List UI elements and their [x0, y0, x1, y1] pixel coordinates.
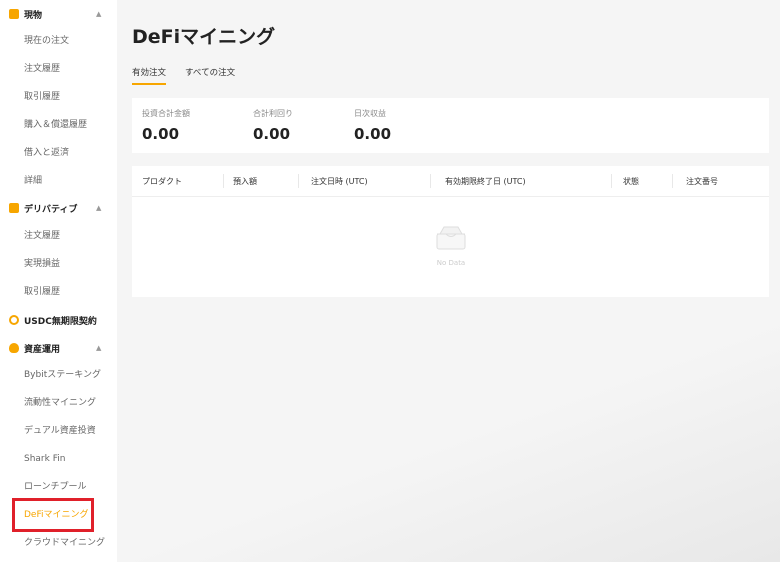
- sidebar-item-liquidity-mining[interactable]: 流動性マイニング: [24, 396, 96, 410]
- main-content: DeFiマイニング 有効注文 すべての注文 投資合計金額 0.00 合計利回り …: [117, 0, 780, 562]
- column-separator: [298, 174, 299, 188]
- page-title: DeFiマイニング: [132, 26, 276, 48]
- sidebar-item-cloud-mining[interactable]: クラウドマイニング: [24, 536, 105, 550]
- sidebar-section-label: 現物: [24, 10, 43, 21]
- sidebar-item-deriv-order-history[interactable]: 注文履歴: [24, 229, 60, 243]
- sidebar-item-borrow-repay[interactable]: 借入と返済: [24, 146, 69, 160]
- summary-value: 0.00: [354, 125, 392, 143]
- summary-daily-earnings: 日次収益 0.00: [354, 108, 391, 143]
- sidebar-item-realized-pnl[interactable]: 実現損益: [24, 257, 60, 271]
- sidebar-item-details[interactable]: 詳細: [24, 174, 42, 188]
- active-tab-indicator: [132, 83, 166, 85]
- summary-label: 日次収益: [354, 109, 386, 118]
- sidebar-section-label: USDC無期限契約: [24, 316, 97, 327]
- derivatives-icon: [9, 203, 19, 213]
- sidebar-section-label: デリバティブ: [24, 204, 78, 215]
- sidebar-item-launchpool[interactable]: ローンチプール: [24, 480, 87, 494]
- column-header-order-time: 注文日時 (UTC): [311, 177, 368, 186]
- spot-icon: [9, 9, 19, 19]
- sidebar-item-bybit-staking[interactable]: Bybitステーキング: [24, 368, 101, 382]
- chevron-up-icon[interactable]: ▲: [96, 344, 101, 352]
- column-separator: [430, 174, 431, 188]
- sidebar-item-shark-fin[interactable]: Shark Fin: [24, 452, 65, 466]
- sidebar-item-order-history[interactable]: 注文履歴: [24, 62, 60, 76]
- sidebar-item-purchase-redemption[interactable]: 購入＆償還履歴: [24, 118, 87, 132]
- summary-value: 0.00: [253, 125, 291, 143]
- empty-box-icon: [436, 226, 466, 250]
- summary-value: 0.00: [142, 125, 180, 143]
- summary-card: 投資合計金額 0.00 合計利回り 0.00 日次収益 0.00: [132, 98, 769, 153]
- chevron-up-icon[interactable]: ▲: [96, 10, 101, 18]
- column-header-order-id: 注文番号: [686, 177, 718, 186]
- sidebar-section-derivatives[interactable]: デリバティブ ▲: [0, 194, 117, 222]
- column-header-status: 状態: [623, 177, 639, 186]
- column-header-expiry: 有効期限終了日 (UTC): [445, 177, 526, 186]
- summary-total-investment: 投資合計金額 0.00: [142, 108, 190, 143]
- sidebar-section-label: 資産運用: [24, 344, 61, 355]
- sidebar-section-usdc-perpetual[interactable]: USDC無期限契約: [0, 306, 117, 334]
- column-header-product: プロダクト: [142, 177, 182, 186]
- tab-all-orders[interactable]: すべての注文: [185, 66, 235, 78]
- sidebar-section-asset-management[interactable]: 資産運用 ▲: [0, 334, 117, 362]
- sidebar-section-spot[interactable]: 現物 ▲: [0, 0, 117, 28]
- tab-active-orders[interactable]: 有効注文: [132, 66, 166, 78]
- table-header: プロダクト 預入額 注文日時 (UTC) 有効期限終了日 (UTC) 状態 注文…: [132, 166, 769, 197]
- column-separator: [672, 174, 673, 188]
- orders-table: プロダクト 預入額 注文日時 (UTC) 有効期限終了日 (UTC) 状態 注文…: [132, 166, 769, 297]
- sidebar: 現物 ▲ 現在の注文 注文履歴 取引履歴 購入＆償還履歴 借入と返済 詳細 デリ…: [0, 0, 117, 562]
- sidebar-item-deriv-trade-history[interactable]: 取引履歴: [24, 285, 60, 299]
- money-pot-icon: [9, 343, 19, 353]
- column-header-deposit: 預入額: [233, 177, 257, 186]
- sidebar-item-dual-asset[interactable]: デュアル資産投資: [24, 424, 96, 438]
- empty-state-text: No Data: [436, 259, 466, 267]
- column-separator: [611, 174, 612, 188]
- sidebar-item-current-orders[interactable]: 現在の注文: [24, 34, 69, 48]
- highlight-box: [12, 498, 94, 532]
- summary-total-yield: 合計利回り 0.00: [253, 108, 293, 143]
- sidebar-item-trade-history[interactable]: 取引履歴: [24, 90, 60, 104]
- chevron-up-icon[interactable]: ▲: [96, 204, 101, 212]
- summary-label: 合計利回り: [253, 109, 293, 118]
- column-separator: [223, 174, 224, 188]
- summary-label: 投資合計金額: [142, 109, 190, 118]
- usdc-coin-icon: [9, 315, 19, 325]
